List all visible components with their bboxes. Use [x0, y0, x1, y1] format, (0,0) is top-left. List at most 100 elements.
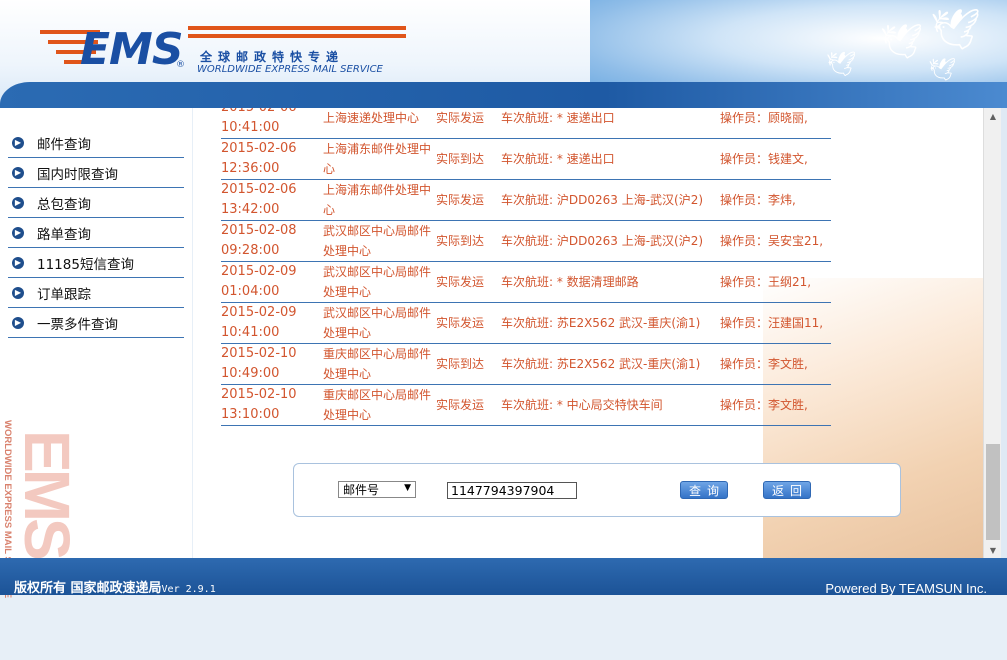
header-curve [0, 82, 1007, 108]
operator-cell: 操作员：王纲21, [720, 275, 812, 289]
back-button[interactable]: 返回 [763, 481, 811, 499]
slogan-cn: 全球邮政特快专递 [200, 50, 345, 64]
search-form: 邮件号 ▼ 查询 返回 [293, 463, 901, 517]
route-cell: 车次航班: 苏E2X562 武汉-重庆(渝1) [501, 316, 701, 330]
action-cell: 实际发运 [436, 193, 485, 207]
dove-icon: 🕊 [930, 7, 981, 53]
route-cell: 车次航班: * 数据清理邮路 [501, 275, 639, 289]
time-cell: 2015-02-09 01:04:00 [221, 264, 297, 299]
sidebar-menu: ▶ 邮件查询 ▶ 国内时限查询 ▶ 总包查询 ▶ 路单查询 ▶ 11185短信查… [8, 128, 184, 338]
scroll-down-arrow-icon[interactable]: ▼ [984, 542, 1002, 558]
sidebar-item-label: 一票多件查询 [37, 316, 118, 333]
table-row: 2015-02-06 12:36:00 上海浦东邮件处理中心 实际到达 车次航班:… [221, 139, 831, 180]
scrollbar-thumb[interactable] [986, 444, 1000, 540]
time-cell: 2015-02-06 12:36:00 [221, 141, 297, 176]
route-cell: 车次航班: 沪DD0263 上海-武汉(沪2) [501, 193, 704, 207]
sidebar-item-sms-query[interactable]: ▶ 11185短信查询 [8, 248, 184, 278]
route-cell: 车次航班: * 速递出口 [501, 152, 615, 166]
sidebar-item-bundle-query[interactable]: ▶ 总包查询 [8, 188, 184, 218]
tracking-table: 2015-02-0610:41:00 上海速递处理中心 实际发运 车次航班: *… [221, 108, 831, 426]
location-cell: 上海浦东邮件处理中心 [323, 142, 432, 176]
powered-by-text: Powered By TEAMSUN Inc. [825, 581, 987, 596]
query-button[interactable]: 查询 [680, 481, 728, 499]
page-footer: 版权所有 国家邮政速递局Ver 2.9.1 Powered By TEAMSUN… [0, 558, 1007, 596]
operator-cell: 操作员：钱建文, [720, 152, 808, 166]
time-cell: 2015-02-10 13:10:00 [221, 387, 297, 422]
dropdown-arrow-icon: ▼ [404, 483, 411, 493]
registered-mark: ® [176, 60, 185, 70]
location-cell: 重庆邮区中心局邮件处理中心 [323, 388, 432, 422]
ems-watermark: WORLDWIDE EXPRESS MAIL SERVICE EMS [2, 420, 83, 660]
watermark-big-text: EMS [11, 430, 83, 557]
sidebar-item-multi-piece-query[interactable]: ▶ 一票多件查询 [8, 308, 184, 338]
time-cell: 2015-02-06 13:42:00 [221, 182, 297, 217]
route-cell: 车次航班: 苏E2X562 武汉-重庆(渝1) [501, 357, 701, 371]
operator-cell: 操作员：李文胜, [720, 357, 808, 371]
action-cell: 实际到达 [436, 234, 485, 248]
bullet-arrow-icon: ▶ [12, 316, 24, 329]
route-cell: 车次航班: * 中心局交特快车间 [501, 398, 663, 412]
location-cell: 武汉邮区中心局邮件处理中心 [323, 265, 432, 299]
table-row: 2015-02-10 10:49:00 重庆邮区中心局邮件处理中心 实际到达 车次… [221, 344, 831, 385]
table-row: 2015-02-08 09:28:00 武汉邮区中心局邮件处理中心 实际到达 车次… [221, 221, 831, 262]
action-cell: 实际发运 [436, 316, 485, 330]
sidebar-item-domestic-time-query[interactable]: ▶ 国内时限查询 [8, 158, 184, 188]
time-cell: 2015-02-0610:41:00 [221, 108, 297, 135]
location-cell: 上海浦东邮件处理中心 [323, 183, 432, 217]
bullet-arrow-icon: ▶ [12, 166, 24, 179]
bullet-arrow-icon: ▶ [12, 286, 24, 299]
tracking-number-input[interactable] [447, 482, 577, 499]
bullet-arrow-icon: ▶ [12, 136, 24, 149]
sidebar-item-label: 订单跟踪 [37, 286, 91, 303]
table-row: 2015-02-09 10:41:00 武汉邮区中心局邮件处理中心 实际发运 车次… [221, 303, 831, 344]
bullet-arrow-icon: ▶ [12, 256, 24, 269]
slogan-en: WORLDWIDE EXPRESS MAIL SERVICE [197, 64, 383, 75]
operator-cell: 操作员：吴安宝21, [720, 234, 824, 248]
ems-logo: EMS ® [40, 20, 190, 75]
operator-cell: 操作员：顾晓丽, [720, 111, 808, 125]
table-row: 2015-02-09 01:04:00 武汉邮区中心局邮件处理中心 实际发运 车次… [221, 262, 831, 303]
sidebar-item-label: 邮件查询 [37, 136, 91, 153]
location-cell: 上海速递处理中心 [323, 111, 420, 125]
bullet-arrow-icon: ▶ [12, 226, 24, 239]
time-cell: 2015-02-10 10:49:00 [221, 346, 297, 381]
sidebar-item-mail-query[interactable]: ▶ 邮件查询 [8, 128, 184, 158]
time-cell: 2015-02-09 10:41:00 [221, 305, 297, 340]
query-type-value: 邮件号 [343, 483, 380, 497]
location-cell: 重庆邮区中心局邮件处理中心 [323, 347, 432, 381]
logo-stripes [188, 26, 406, 42]
sidebar-item-label: 国内时限查询 [37, 166, 118, 183]
sidebar-item-waybill-query[interactable]: ▶ 路单查询 [8, 218, 184, 248]
scroll-up-arrow-icon[interactable]: ▲ [984, 108, 1002, 124]
right-edge [1001, 108, 1007, 558]
version-text: Ver 2.9.1 [161, 584, 216, 595]
location-cell: 武汉邮区中心局邮件处理中心 [323, 306, 432, 340]
operator-cell: 操作员：汪建国11, [720, 316, 824, 330]
operator-cell: 操作员：李文胜, [720, 398, 808, 412]
operator-cell: 操作员：李炜, [720, 193, 796, 207]
table-row: 2015-02-0610:41:00 上海速递处理中心 实际发运 车次航班: *… [221, 108, 831, 139]
action-cell: 实际到达 [436, 357, 485, 371]
dove-icon: 🕊 [880, 22, 924, 62]
main-content: 2015-02-0610:41:00 上海速递处理中心 实际发运 车次航班: *… [193, 108, 983, 558]
route-cell: 车次航班: * 速递出口 [501, 111, 615, 125]
table-row: 2015-02-10 13:10:00 重庆邮区中心局邮件处理中心 实际发运 车次… [221, 385, 831, 426]
action-cell: 实际发运 [436, 275, 485, 289]
sidebar-item-order-tracking[interactable]: ▶ 订单跟踪 [8, 278, 184, 308]
action-cell: 实际发运 [436, 398, 485, 412]
action-cell: 实际发运 [436, 111, 485, 125]
route-cell: 车次航班: 沪DD0263 上海-武汉(沪2) [501, 234, 704, 248]
action-cell: 实际到达 [436, 152, 485, 166]
bullet-arrow-icon: ▶ [12, 196, 24, 209]
sidebar-item-label: 路单查询 [37, 226, 91, 243]
logo-text: EMS [80, 24, 184, 75]
table-row: 2015-02-06 13:42:00 上海浦东邮件处理中心 实际发运 车次航班:… [221, 180, 831, 221]
sidebar: ▶ 邮件查询 ▶ 国内时限查询 ▶ 总包查询 ▶ 路单查询 ▶ 11185短信查… [0, 108, 192, 598]
sidebar-item-label: 11185短信查询 [37, 256, 134, 273]
query-type-select[interactable]: 邮件号 ▼ [338, 481, 416, 498]
page-header: 🕊 🕊 🕊 🕊 EMS ® 全球邮政特快专递 WORLDWIDE EXPRESS… [0, 0, 1007, 108]
copyright-text: 版权所有 国家邮政速递局Ver 2.9.1 [14, 581, 216, 596]
sidebar-item-label: 总包查询 [37, 196, 91, 213]
dove-icon: 🕊 [928, 58, 956, 83]
vertical-scrollbar[interactable]: ▲ ▼ [983, 108, 1002, 558]
